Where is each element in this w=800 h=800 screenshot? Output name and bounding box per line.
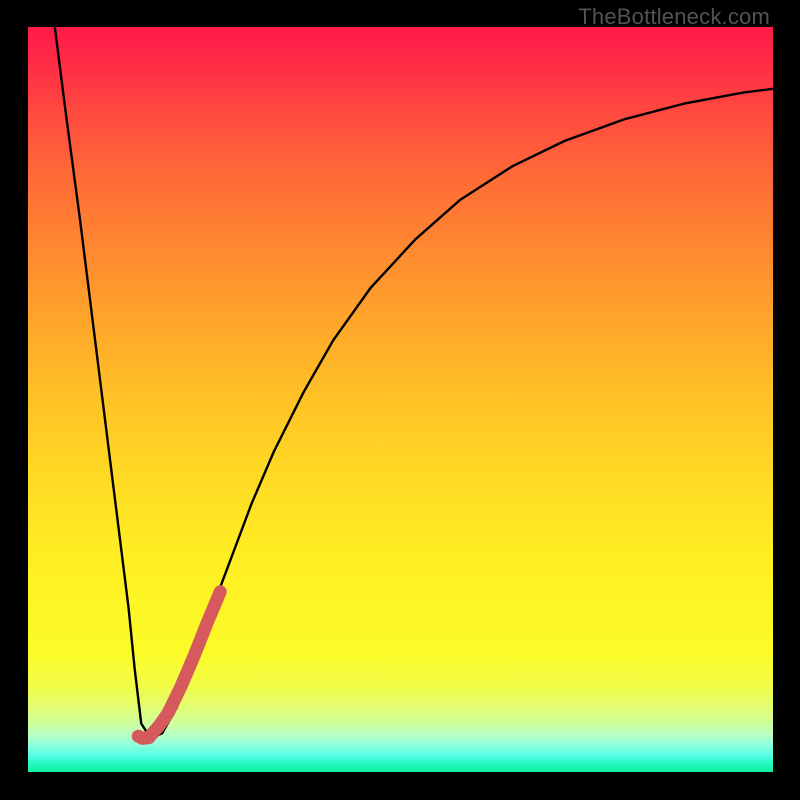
highlight-segment-path: [138, 592, 220, 739]
bottleneck-curve-path: [55, 27, 773, 738]
watermark-text: TheBottleneck.com: [578, 4, 770, 30]
plot-area: [28, 27, 773, 772]
chart-svg: [28, 27, 773, 772]
chart-frame: TheBottleneck.com: [0, 0, 800, 800]
